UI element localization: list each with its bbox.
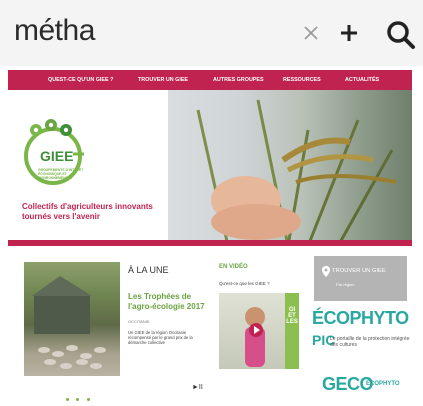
video-question: Qu'est-ce que les GIEE ? bbox=[219, 281, 270, 286]
video-section-title: EN VIDÉO bbox=[219, 264, 248, 270]
top-navigation: QUEST-CE QU'UN GIEE ? TROUVER UN GIEE AU… bbox=[8, 70, 412, 90]
search-bar: métha bbox=[0, 0, 423, 66]
carousel-dot[interactable] bbox=[76, 398, 80, 401]
nav-item-what-is-giee[interactable]: QUEST-CE QU'UN GIEE ? bbox=[48, 77, 113, 83]
find-giee-card[interactable]: TROUVER UN GIEE Par région bbox=[314, 256, 407, 301]
sheep-stone-building-image bbox=[32, 276, 106, 369]
a-la-une-tag: OCCITANIE bbox=[128, 319, 150, 324]
add-icon[interactable] bbox=[340, 24, 358, 42]
nav-item-resources[interactable]: RESSOURCES bbox=[283, 77, 321, 83]
carousel-pause-icon[interactable]: ►II bbox=[192, 384, 203, 391]
map-pin-icon bbox=[322, 266, 330, 277]
nav-item-news[interactable]: ACTUALITÉS bbox=[345, 77, 379, 83]
giee-logo-text: GROUPEMENTS D'INTÉRÊT ÉCONOMIQUE ET ENVI… bbox=[38, 168, 84, 181]
find-giee-title: TROUVER UN GIEE bbox=[332, 268, 386, 274]
video-side-panel: GI ET LES bbox=[285, 293, 299, 369]
search-icon[interactable] bbox=[386, 20, 416, 50]
website-screenshot: QUEST-CE QU'UN GIEE ? TROUVER UN GIEE AU… bbox=[8, 70, 412, 403]
hero-bottom-bar bbox=[8, 240, 412, 246]
nav-item-other-groups[interactable]: AUTRES GROUPES bbox=[213, 77, 264, 83]
wheat-hands-photo bbox=[168, 90, 412, 246]
clear-search-icon[interactable] bbox=[304, 26, 318, 40]
nav-item-find-giee[interactable]: TROUVER UN GIEE bbox=[138, 77, 188, 83]
ecophyto-subtitle: Le portaille de la protection intégrée d… bbox=[330, 336, 410, 348]
search-input[interactable]: métha bbox=[14, 14, 95, 48]
hero-banner: GIEE GROUPEMENTS D'INTÉRÊT ÉCONOMIQUE ET… bbox=[8, 90, 412, 246]
hero-left-panel: GIEE GROUPEMENTS D'INTÉRÊT ÉCONOMIQUE ET… bbox=[8, 90, 168, 246]
a-la-une-photo[interactable] bbox=[24, 262, 120, 376]
giee-logo-title: GIEE bbox=[40, 148, 74, 164]
a-la-une-headline[interactable]: Les Trophées de l'agro-écologie 2017 bbox=[128, 292, 213, 312]
wheat-illustration bbox=[196, 99, 397, 246]
geco-mini-logo: ÉCOPHYTO bbox=[366, 381, 400, 387]
carousel-dot[interactable] bbox=[86, 398, 90, 401]
hero-tagline: Collectifs d'agriculteurs innovants tour… bbox=[22, 202, 153, 221]
carousel-dots[interactable] bbox=[66, 388, 93, 406]
a-la-une-title: À LA UNE bbox=[128, 265, 169, 275]
a-la-une-text: Un GIEE de la région Occitanie récompens… bbox=[128, 330, 193, 346]
play-icon[interactable] bbox=[249, 323, 263, 337]
video-thumbnail[interactable]: GI ET LES bbox=[219, 293, 299, 369]
carousel-dot[interactable] bbox=[66, 398, 69, 401]
find-giee-subtitle: Par région bbox=[336, 282, 355, 287]
ecophyto-logo[interactable]: ÉCOPHYTO bbox=[312, 308, 409, 329]
